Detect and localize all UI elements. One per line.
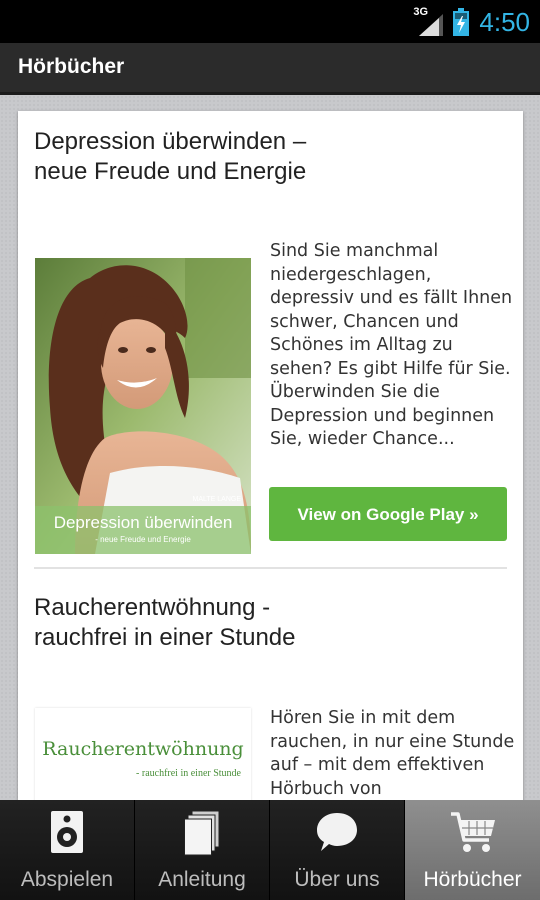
book-cover-raucher[interactable]: Raucherentwöhnung - rauchfrei in einer S… [35, 708, 251, 800]
book-cover-depression[interactable]: MALTE LANGE Depression überwinden - neue… [35, 258, 251, 554]
shopping-cart-icon [449, 810, 497, 860]
book-description: Sind Sie manchmal niedergeschlagen, depr… [270, 241, 513, 449]
cover-subtitle: - neue Freude und Energie [95, 535, 191, 544]
tab-hoerbuecher[interactable]: Hörbücher [405, 800, 540, 900]
book-list[interactable]: Depression überwinden – neue Freude und … [0, 95, 540, 800]
tab-label: Über uns [294, 868, 380, 891]
clock: 4:50 [479, 6, 530, 37]
battery-icon [453, 8, 470, 36]
page-title: Hörbücher [18, 55, 125, 78]
speech-bubble-icon [315, 810, 359, 858]
tab-anleitung[interactable]: Anleitung [135, 800, 270, 900]
speaker-icon [50, 810, 84, 858]
tab-label: Abspielen [20, 868, 114, 891]
book-card: Depression überwinden – neue Freude und … [18, 111, 523, 800]
cover-title: Depression überwinden [53, 513, 233, 532]
cover-title: Raucherentwöhnung [42, 738, 244, 760]
action-bar: Hörbücher [0, 43, 540, 95]
cover-subtitle: - rauchfrei in einer Stunde [136, 768, 241, 779]
signal-icon: 3G [413, 6, 444, 36]
pages-icon [184, 810, 220, 860]
tab-bar: Abspielen Anleitung Über uns Hörbücher [0, 800, 540, 900]
tab-ueber-uns[interactable]: Über uns [270, 800, 405, 900]
tab-label: Anleitung [158, 868, 246, 891]
cover-author: MALTE LANGE [192, 496, 242, 503]
tab-label: Hörbücher [423, 868, 522, 891]
book-title: Raucherentwöhnung - rauchfrei in einer S… [34, 594, 296, 651]
book-description: Hören Sie in mit dem rauchen, in nur ein… [270, 708, 515, 799]
book-title: Depression überwinden – neue Freude und … [34, 128, 307, 185]
divider [34, 567, 507, 569]
view-on-google-play-button[interactable]: View on Google Play » [269, 487, 507, 541]
tab-abspielen[interactable]: Abspielen [0, 800, 135, 900]
status-bar: 3G 4:50 [0, 0, 540, 43]
